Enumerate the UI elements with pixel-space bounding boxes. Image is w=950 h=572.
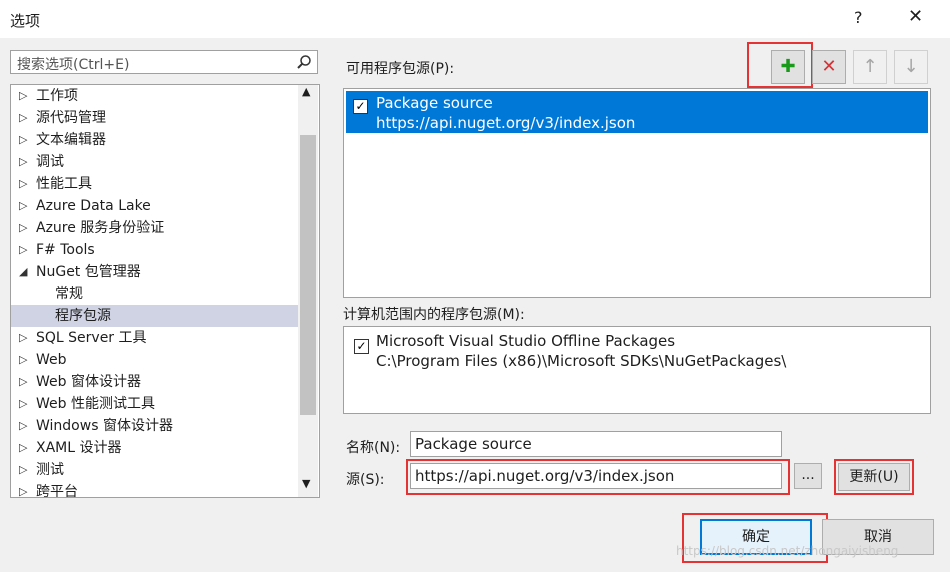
tree-item-text-editor[interactable]: ▷ 文本编辑器 [11, 129, 299, 151]
tree-item-web[interactable]: ▷ Web [11, 349, 299, 371]
list-item-package-source[interactable]: ✓ Package source https://api.nuget.org/v… [346, 91, 928, 133]
machine-sources-label: 计算机范围内的程序包源(M): [343, 307, 525, 323]
search-input[interactable]: 搜索选项(Ctrl+E) [10, 50, 318, 74]
source-name: Microsoft Visual Studio Offline Packages [376, 332, 676, 350]
expand-arrow-icon[interactable]: ▷ [19, 151, 27, 173]
tree-item-label: F# Tools [36, 242, 95, 258]
tree-item-general[interactable]: 常规 [11, 283, 299, 305]
source-label: 源(S): [346, 472, 385, 488]
tree-item-label: SQL Server 工具 [36, 330, 147, 346]
tree-item-label: Windows 窗体设计器 [36, 418, 173, 434]
tree-item-label: 常规 [55, 286, 83, 302]
window-title: 选项 [10, 12, 41, 30]
add-source-button[interactable]: ✚ [771, 50, 805, 84]
scrollbar-thumb[interactable] [300, 135, 316, 415]
update-button[interactable]: 更新(U) [838, 463, 910, 491]
expand-arrow-icon[interactable]: ▷ [19, 459, 27, 481]
list-item-offline-packages[interactable]: ✓ Microsoft Visual Studio Offline Packag… [346, 329, 928, 371]
tree-item-debugging[interactable]: ▷ 调试 [11, 151, 299, 173]
expand-arrow-icon[interactable]: ▷ [19, 195, 27, 217]
tree-item-label: Azure 服务身份验证 [36, 220, 165, 236]
search-placeholder: 搜索选项(Ctrl+E) [17, 57, 130, 73]
tree-item-label: 工作项 [36, 88, 78, 104]
tree-scrollbar[interactable]: ▲ ▼ [298, 85, 318, 497]
name-field[interactable]: Package source [410, 431, 782, 457]
expand-arrow-icon[interactable]: ▷ [19, 349, 27, 371]
close-button[interactable]: ✕ [908, 6, 923, 27]
tree-item-nuget[interactable]: ◢ NuGet 包管理器 [11, 261, 299, 283]
tree-item-testing[interactable]: ▷ 测试 [11, 459, 299, 481]
tree-item-label: Web 窗体设计器 [36, 374, 141, 390]
machine-sources-list[interactable]: ✓ Microsoft Visual Studio Offline Packag… [343, 326, 931, 414]
available-sources-label: 可用程序包源(P): [346, 61, 455, 77]
move-up-button[interactable]: ↑ [853, 50, 887, 84]
tree-item-label: Azure Data Lake [36, 198, 151, 214]
tree-item-label: 源代码管理 [36, 110, 106, 126]
tree-item-package-sources[interactable]: 程序包源 [11, 305, 299, 327]
source-value: https://api.nuget.org/v3/index.json [415, 467, 675, 485]
expand-arrow-icon[interactable]: ▷ [19, 217, 27, 239]
tree-item-azure-auth[interactable]: ▷ Azure 服务身份验证 [11, 217, 299, 239]
tree-item-azure-data-lake[interactable]: ▷ Azure Data Lake [11, 195, 299, 217]
help-button[interactable]: ? [854, 8, 863, 27]
source-url: https://api.nuget.org/v3/index.json [376, 114, 636, 132]
tree-item-source-control[interactable]: ▷ 源代码管理 [11, 107, 299, 129]
expand-arrow-icon[interactable]: ▷ [19, 129, 27, 151]
expand-arrow-icon[interactable]: ▷ [19, 371, 27, 393]
tree-item-fsharp-tools[interactable]: ▷ F# Tools [11, 239, 299, 261]
checkbox-offline-packages[interactable]: ✓ [354, 339, 369, 354]
tree-item-performance-tools[interactable]: ▷ 性能工具 [11, 173, 299, 195]
name-label: 名称(N): [346, 440, 401, 456]
tree-item-xaml-designer[interactable]: ▷ XAML 设计器 [11, 437, 299, 459]
tree-item-sql-server[interactable]: ▷ SQL Server 工具 [11, 327, 299, 349]
checkbox-package-source[interactable]: ✓ [353, 99, 368, 114]
browse-button[interactable]: ... [794, 463, 822, 489]
source-name: Package source [376, 94, 493, 112]
expand-arrow-icon[interactable]: ▷ [19, 327, 27, 349]
expand-arrow-icon[interactable]: ▷ [19, 107, 27, 129]
expand-arrow-icon[interactable]: ▷ [19, 481, 27, 497]
chevron-up-icon[interactable]: ▲ [302, 85, 310, 98]
remove-source-button[interactable]: ✕ [812, 50, 846, 84]
source-url: C:\Program Files (x86)\Microsoft SDKs\Nu… [376, 352, 787, 370]
expand-arrow-icon[interactable]: ▷ [19, 393, 27, 415]
expand-arrow-icon[interactable]: ▷ [19, 415, 27, 437]
tree-item-web-perf-test[interactable]: ▷ Web 性能测试工具 [11, 393, 299, 415]
tree-item-label: 调试 [36, 154, 64, 170]
name-value: Package source [415, 435, 532, 453]
tree-item-label: 文本编辑器 [36, 132, 106, 148]
tree-item-label: 测试 [36, 462, 64, 478]
tree-item-web-forms-designer[interactable]: ▷ Web 窗体设计器 [11, 371, 299, 393]
move-down-button[interactable]: ↓ [894, 50, 928, 84]
watermark: https://blog.csdn.net/zhongaiyisheng [676, 544, 899, 558]
tree-item-label: 跨平台 [36, 484, 78, 498]
tree-item-label: XAML 设计器 [36, 440, 122, 456]
tree-item-label: Web 性能测试工具 [36, 396, 155, 412]
available-sources-list[interactable]: ✓ Package source https://api.nuget.org/v… [343, 88, 931, 298]
tree-item-label: Web [36, 352, 67, 368]
source-field[interactable]: https://api.nuget.org/v3/index.json [410, 463, 782, 489]
collapse-arrow-icon[interactable]: ◢ [19, 261, 27, 283]
expand-arrow-icon[interactable]: ▷ [19, 437, 27, 459]
tree-item-work-items[interactable]: ▷ 工作项 [11, 85, 299, 107]
expand-arrow-icon[interactable]: ▷ [19, 239, 27, 261]
tree-item-cross-platform[interactable]: ▷ 跨平台 [11, 481, 299, 498]
title-bar [0, 0, 950, 38]
tree-item-label: 程序包源 [55, 308, 111, 324]
tree-item-label: 性能工具 [36, 176, 92, 192]
expand-arrow-icon[interactable]: ▷ [19, 173, 27, 195]
search-icon[interactable] [296, 54, 312, 70]
chevron-down-icon[interactable]: ▼ [302, 477, 310, 490]
expand-arrow-icon[interactable]: ▷ [19, 85, 27, 107]
tree-item-windows-forms[interactable]: ▷ Windows 窗体设计器 [11, 415, 299, 437]
options-tree[interactable]: ▷ 工作项 ▷ 源代码管理 ▷ 文本编辑器 ▷ 调试 ▷ 性能工具 ▷ Azure Data… [10, 84, 320, 498]
tree-item-label: NuGet 包管理器 [36, 264, 141, 280]
